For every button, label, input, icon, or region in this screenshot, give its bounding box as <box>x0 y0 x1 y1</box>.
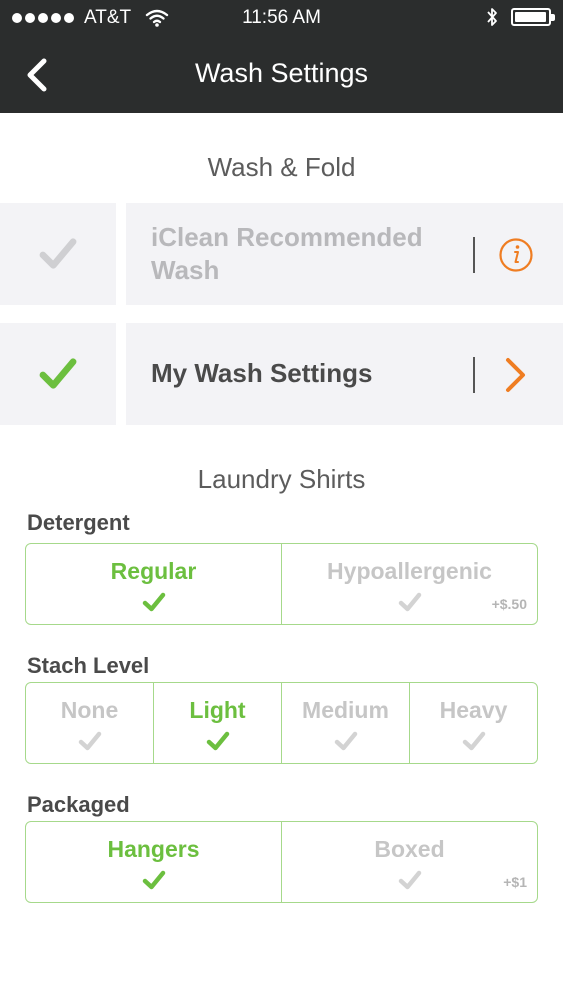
checkmark-icon <box>78 731 101 751</box>
option-label: Light <box>189 697 246 723</box>
checkmark-icon <box>142 592 165 612</box>
status-time: 11:56 AM <box>242 7 321 28</box>
packaged-option-boxed[interactable]: Boxed +$1 <box>281 822 537 902</box>
status-bar: AT&T 11:56 AM <box>0 0 563 38</box>
recommended-wash-label: iClean Recommended Wash <box>151 222 423 285</box>
divider <box>473 357 475 393</box>
laundry-shirts-title: Laundry Shirts <box>197 464 366 494</box>
starch-option-none[interactable]: None <box>26 683 153 763</box>
option-label: Boxed <box>374 836 445 862</box>
detergent-option-regular[interactable]: Regular <box>26 544 281 624</box>
recommended-wash-check[interactable] <box>0 203 116 305</box>
starch-level-label: Stach Level <box>27 653 150 678</box>
chevron-right-icon[interactable] <box>498 357 534 393</box>
option-label: Hangers <box>107 836 200 862</box>
starch-level-selector: None Light Medium Heavy <box>25 682 538 764</box>
checkmark-icon <box>142 870 165 890</box>
info-icon[interactable] <box>498 237 534 273</box>
wash-fold-title: Wash & Fold <box>207 152 356 182</box>
starch-option-light[interactable]: Light <box>153 683 281 763</box>
option-label: None <box>60 697 119 723</box>
option-label: Heavy <box>439 697 508 723</box>
recommended-wash-option[interactable]: iClean Recommended Wash <box>126 203 563 305</box>
option-label: Hypoallergenic <box>327 558 492 584</box>
detergent-selector: Regular Hypoallergenic +$.50 <box>25 543 538 625</box>
checkmark-icon <box>398 592 421 612</box>
checkmark-icon <box>462 731 485 751</box>
starch-option-heavy[interactable]: Heavy <box>409 683 537 763</box>
price-label: +$.50 <box>491 596 527 612</box>
price-label: +$1 <box>503 874 527 890</box>
checkmark-icon <box>206 731 229 751</box>
packaged-option-hangers[interactable]: Hangers <box>26 822 281 902</box>
my-wash-settings-check[interactable] <box>0 323 116 425</box>
starch-option-medium[interactable]: Medium <box>281 683 409 763</box>
status-right <box>485 6 555 28</box>
detergent-option-hypoallergenic[interactable]: Hypoallergenic +$.50 <box>281 544 537 624</box>
checkmark-icon <box>398 870 421 890</box>
nav-bar: Wash Settings <box>0 38 563 113</box>
packaged-selector: Hangers Boxed +$1 <box>25 821 538 903</box>
detergent-label: Detergent <box>27 510 130 535</box>
option-label: Medium <box>302 697 389 723</box>
checkmark-icon <box>39 358 77 389</box>
battery-icon <box>511 8 555 26</box>
packaged-label: Packaged <box>27 792 130 817</box>
divider <box>473 237 475 273</box>
option-label: Regular <box>110 558 197 584</box>
my-wash-settings-label: My Wash Settings <box>151 358 373 388</box>
checkmark-icon <box>334 731 357 751</box>
my-wash-settings-option[interactable]: My Wash Settings <box>126 323 563 425</box>
checkmark-icon <box>39 238 77 269</box>
page-title: Wash Settings <box>194 58 369 88</box>
bluetooth-icon <box>487 8 497 26</box>
